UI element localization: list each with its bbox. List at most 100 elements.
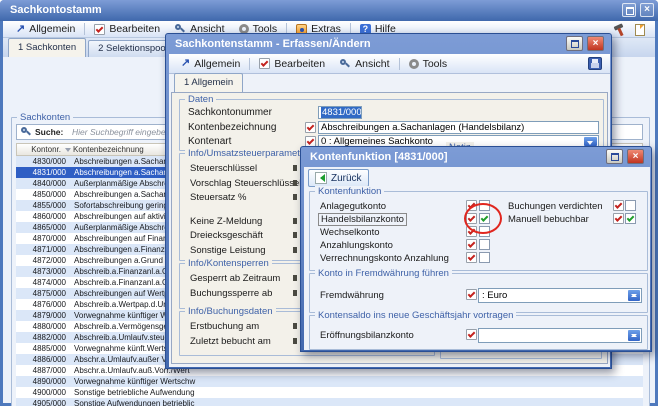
menu-item-label: Ansicht: [355, 58, 389, 70]
dropdown-arrow-icon[interactable]: [584, 137, 597, 146]
cell-kontonr: 4872/000: [16, 255, 66, 266]
cell-kontonr: 4875/000: [16, 288, 66, 299]
menu-item-ansicht[interactable]: Ansicht: [332, 56, 396, 72]
checkbox[interactable]: [479, 239, 490, 250]
field-stub[interactable]: [293, 232, 297, 238]
field-label: Sonstige Leistung: [190, 245, 266, 256]
field-label: Dreiecksgeschäft: [190, 230, 263, 241]
field-label: Erstbuchung am: [190, 321, 259, 332]
menu-item-label: Tools: [423, 58, 448, 70]
back-icon: [315, 172, 327, 184]
cell-kontonr: 4850/000: [16, 189, 66, 200]
tab-allgemein[interactable]: 1 Allgemein: [174, 73, 243, 92]
cell-kontonr: 4873/000: [16, 266, 66, 277]
column-header-kontonr[interactable]: Kontonr.: [17, 144, 61, 155]
groupbox-label: Konto in Fremdwährung führen: [315, 268, 452, 279]
menu-item-tools[interactable]: Tools: [402, 56, 455, 72]
checkbox-label-verrechnungskonto-anzahlung: Verrechnungskonto Anzahlung: [320, 253, 449, 264]
table-row[interactable]: 4900/000 Sonstige betriebliche Aufwendung: [16, 387, 643, 398]
function-dialog-titlebar: Kontenfunktion [4831/000] ×: [304, 147, 648, 167]
search-label: Suche:: [35, 125, 63, 139]
cell-kontonr: 4886/000: [16, 354, 66, 365]
cell-kontonr: 4882/000: [16, 332, 66, 343]
function-dialog-title: Kontenfunktion [4831/000]: [310, 151, 448, 163]
restore-icon[interactable]: [566, 36, 583, 51]
kontenbezeichnung-field[interactable]: Abschreibungen a.Sachanlagen (Handelsbil…: [318, 121, 599, 134]
cell-kontonr: 4890/000: [16, 376, 66, 387]
edit-marker-icon[interactable]: [466, 329, 477, 340]
fremdwaehrung-dropdown[interactable]: : Euro: [478, 288, 642, 303]
menu-item-label: Bearbeiten: [274, 58, 325, 70]
magnifier-icon: [339, 58, 351, 70]
field-stub[interactable]: [293, 194, 297, 200]
field-stub[interactable]: [293, 218, 297, 224]
checkbox[interactable]: [625, 200, 636, 211]
groupbox-label: Kontenfunktion: [315, 186, 384, 197]
menu-item-allgemein[interactable]: ↗Allgemein: [9, 21, 82, 37]
field-label: Steuersatz %: [190, 192, 247, 203]
close-icon[interactable]: ×: [640, 3, 654, 17]
column-header-kontenbezeichnung[interactable]: Kontenbezeichnung: [73, 144, 144, 155]
function-dialog: Kontenfunktion [4831/000] × Zurück Konte…: [300, 146, 652, 352]
edit-marker-icon[interactable]: [305, 122, 316, 133]
sort-descending-icon: [65, 148, 71, 155]
spinner-icon[interactable]: [628, 290, 640, 301]
sachkontonummer-field[interactable]: 4831/000: [318, 106, 362, 119]
edit-marker-icon[interactable]: [613, 213, 624, 224]
groupbox-label: Kontensaldo ins neue Geschäftsjahr vortr…: [315, 310, 516, 321]
cell-kontenbezeichnung: Sonstige betriebliche Aufwendung: [74, 387, 643, 398]
checkbox-label-anzahlungskonto: Anzahlungskonto: [320, 240, 393, 251]
spinner-icon[interactable]: [628, 330, 640, 341]
field-stub[interactable]: [293, 247, 297, 253]
back-button[interactable]: Zurück: [308, 169, 369, 187]
field-stub[interactable]: [293, 180, 297, 186]
table-row[interactable]: 4890/000Vorwegnahme künftiger Wertschw: [16, 376, 643, 387]
cell-kontonr: 4885/000: [16, 343, 66, 354]
field-stub[interactable]: [293, 275, 297, 281]
table-row[interactable]: 4905/000Sonstige Aufwendungen betrieblic: [16, 398, 643, 406]
menu-item-allgemein[interactable]: ↗Allgemein: [174, 56, 247, 72]
field-label: Kontenart: [188, 136, 231, 147]
menu-item-bearbeiten[interactable]: Bearbeiten: [252, 56, 332, 72]
field-stub[interactable]: [293, 338, 297, 344]
annotation-circle: [464, 203, 502, 234]
cell-kontonr: 4879/000: [16, 310, 66, 321]
checkbox[interactable]: [479, 252, 490, 263]
edit-marker-icon[interactable]: [466, 252, 477, 263]
groupbox-label: Info/Buchungsdaten: [185, 306, 276, 317]
edit-marker-icon[interactable]: [466, 289, 477, 300]
edit-marker-icon[interactable]: [613, 200, 624, 211]
cell-kontonr: 4900/000: [16, 387, 66, 398]
checkbox-label-handelsbilanzkonto: Handelsbilanzkonto: [318, 213, 407, 226]
cell-kontonr: 4880/000: [16, 321, 66, 332]
field-stub[interactable]: [293, 323, 297, 329]
close-icon[interactable]: ×: [587, 36, 604, 51]
cell-kontonr: 4831/000: [16, 167, 66, 178]
restore-icon[interactable]: [606, 149, 623, 164]
restore-icon[interactable]: [622, 3, 636, 17]
eroeffnungsbilanzkonto-dropdown[interactable]: [478, 328, 642, 343]
cell-kontonr: 4874/000: [16, 277, 66, 288]
edit-marker-icon[interactable]: [466, 239, 477, 250]
daten-groupbox: Daten Sachkontonummer 4831/000 Kontenbez…: [179, 99, 604, 151]
field-stub[interactable]: [293, 290, 297, 296]
checkbox-checked[interactable]: [625, 213, 636, 224]
field-label: Vorschlag Steuerschlüssel: [190, 178, 301, 189]
field-label: Sachkontonummer: [188, 107, 272, 118]
menu-item-label: Allgemein: [29, 23, 75, 35]
field-label: Gesperrt ab Zeitraum: [190, 273, 280, 284]
new-document-icon[interactable]: [635, 24, 645, 36]
cell-kontonr: 4871/000: [16, 244, 66, 255]
cell-kontonr: 4870/000: [16, 233, 66, 244]
field-stub[interactable]: [293, 165, 297, 171]
cell-kontonr: 4865/000: [16, 222, 66, 233]
search-icon: [20, 126, 32, 138]
menu-item-bearbeiten[interactable]: Bearbeiten: [87, 21, 167, 37]
checkbox-row: Anzahlungskonto: [310, 239, 647, 252]
edit-dialog-title: Sachkontenstamm - Erfassen/Ändern: [175, 38, 371, 50]
groupbox-label: Daten: [185, 94, 216, 105]
tab-1-sachkonten[interactable]: 1 Sachkonten: [8, 38, 86, 57]
hammer-icon[interactable]: [613, 23, 626, 36]
save-icon[interactable]: [588, 57, 602, 70]
close-icon[interactable]: ×: [627, 149, 644, 164]
